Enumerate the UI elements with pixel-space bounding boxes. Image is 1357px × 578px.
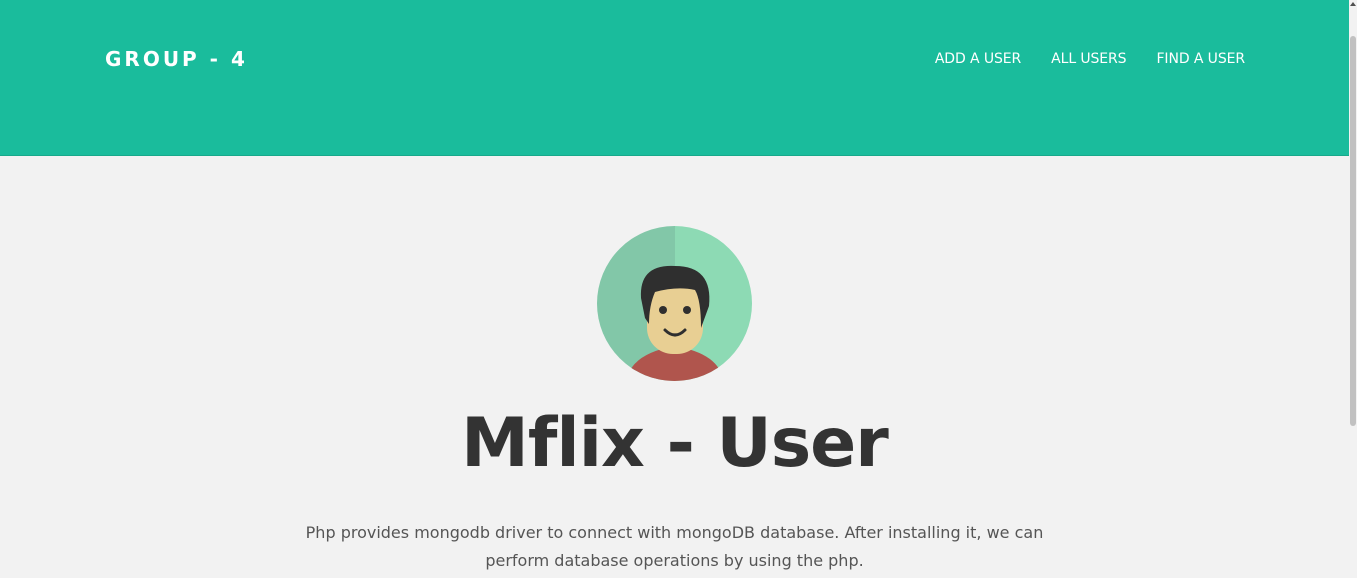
brand-link[interactable]: GROUP - 4 <box>105 47 248 71</box>
masthead: Mflix - User Php provides mongodb driver… <box>0 156 1349 578</box>
nav-link-all-users[interactable]: ALL USERS <box>1051 51 1126 67</box>
scrollbar-thumb[interactable] <box>1350 36 1356 426</box>
lead-text: Php provides mongodb driver to connect w… <box>305 523 1044 570</box>
vertical-scrollbar[interactable] <box>1349 0 1357 578</box>
user-avatar-icon <box>597 226 752 381</box>
scroll-up-arrow-icon[interactable] <box>1350 2 1356 6</box>
nav-links: ADD A USER ALL USERS FIND A USER <box>935 51 1245 67</box>
nav-link-find-user[interactable]: FIND A USER <box>1156 51 1245 67</box>
navbar: GROUP - 4 ADD A USER ALL USERS FIND A US… <box>0 0 1349 156</box>
nav-link-add-user[interactable]: ADD A USER <box>935 51 1021 67</box>
page-title: Mflix - User <box>461 404 889 483</box>
